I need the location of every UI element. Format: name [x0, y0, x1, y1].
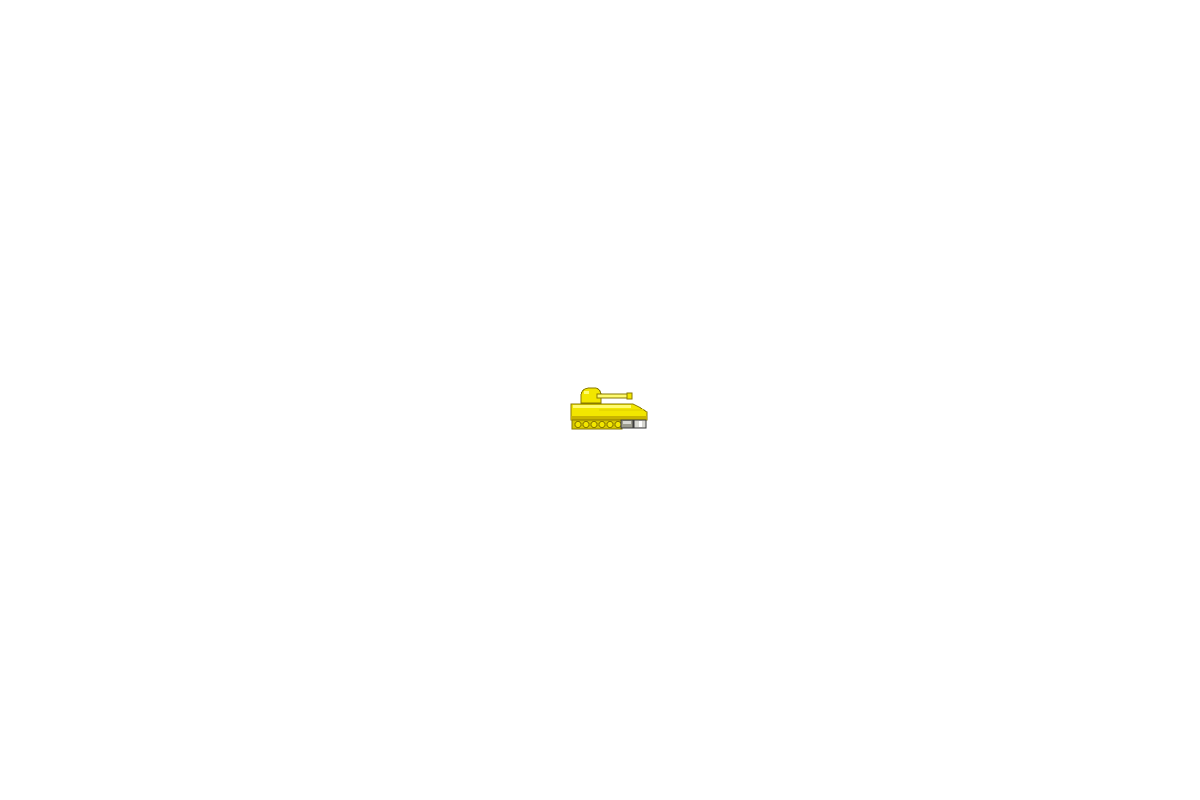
tank-barrel	[596, 393, 632, 399]
tank-sprite-icon	[570, 387, 648, 430]
game-canvas	[0, 0, 1200, 800]
